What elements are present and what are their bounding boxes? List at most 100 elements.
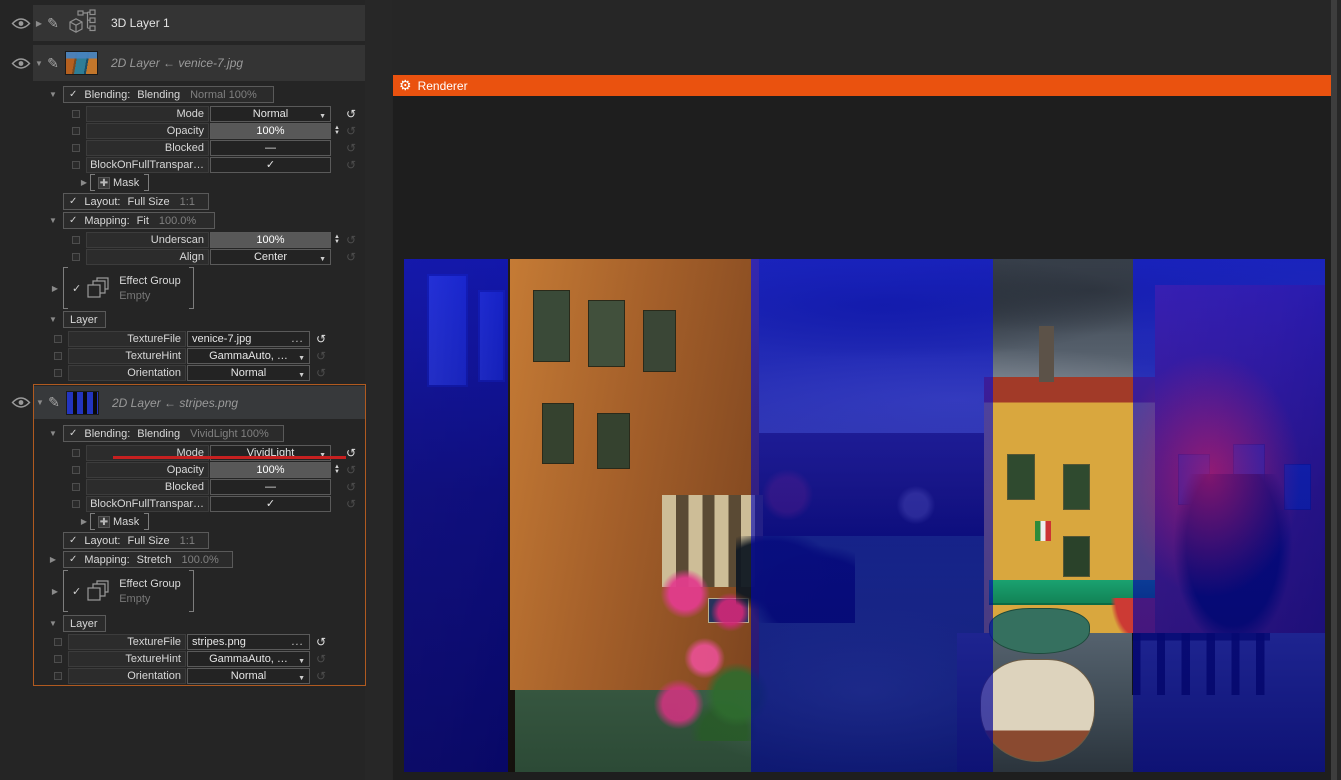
expander-open-icon[interactable]: ▼ — [48, 429, 58, 438]
animate-checkbox[interactable] — [72, 500, 80, 508]
value-stepper[interactable]: ▲▼ — [334, 465, 340, 475]
reset-icon[interactable]: ↺ — [316, 366, 326, 380]
expander-open-icon[interactable]: ▼ — [33, 59, 45, 68]
renderer-viewport[interactable] — [404, 259, 1325, 772]
section-header-layout[interactable]: ✓ Layout: Full Size 1:1 — [63, 193, 209, 210]
align-dropdown[interactable]: Center▼ — [210, 249, 331, 265]
block-on-full-toggle[interactable]: ✓ — [210, 157, 331, 173]
browse-button[interactable]: ... — [292, 332, 304, 346]
enabled-check[interactable]: ✓ — [72, 585, 81, 598]
section-header-layer[interactable]: Layer — [63, 311, 106, 328]
effect-group[interactable]: ✓ Effect Group Empty — [63, 267, 205, 309]
layer-row-stripes[interactable]: ▼ ✎ 2D Layer ← stripes.png — [34, 386, 365, 419]
expander-closed-icon[interactable]: ▶ — [48, 555, 58, 564]
value-stepper[interactable]: ▲▼ — [334, 235, 340, 245]
expander-closed-icon[interactable]: ▶ — [50, 587, 60, 596]
orientation-dropdown[interactable]: Normal▼ — [187, 668, 310, 684]
reset-icon[interactable]: ↺ — [316, 669, 326, 683]
animate-checkbox[interactable] — [72, 253, 80, 261]
section-header-mapping[interactable]: ✓ Mapping: Fit 100.0% — [63, 212, 215, 229]
add-mask-icon[interactable]: ✚ — [98, 516, 110, 528]
enabled-check[interactable]: ✓ — [69, 196, 77, 207]
layer-row-venice[interactable]: ▼ ✎ 2D Layer ← venice-7.jpg — [33, 45, 365, 81]
expander-open-icon[interactable]: ▼ — [48, 90, 58, 99]
enabled-check[interactable]: ✓ — [72, 282, 81, 295]
expander-closed-icon[interactable]: ▶ — [78, 178, 90, 187]
reset-icon[interactable]: ↺ — [316, 332, 326, 346]
reset-icon[interactable]: ↺ — [346, 480, 356, 494]
expander-closed-icon[interactable]: ▶ — [33, 19, 45, 28]
blocked-toggle[interactable]: — — [210, 140, 331, 156]
value-stepper[interactable]: ▲▼ — [334, 126, 340, 136]
reset-icon[interactable]: ↺ — [316, 635, 326, 649]
enabled-check[interactable]: ✓ — [69, 215, 77, 226]
section-header-blending[interactable]: ✓ Blending: Blending VividLight 100% — [63, 425, 284, 442]
effect-group[interactable]: ✓ Effect Group Empty — [63, 570, 205, 612]
orientation-dropdown[interactable]: Normal▼ — [187, 365, 310, 381]
enabled-check[interactable]: ✓ — [69, 89, 77, 100]
texture-hint-dropdown[interactable]: GammaAuto, …▼ — [187, 348, 310, 364]
scrollbar[interactable] — [1331, 0, 1337, 780]
animate-checkbox[interactable] — [54, 655, 62, 663]
enabled-check[interactable]: ✓ — [69, 535, 77, 546]
layer-row-3d-layer-1[interactable]: ▶ ✎ 3D Layer 1 — [33, 5, 365, 41]
expander-open-icon[interactable]: ▼ — [34, 398, 46, 407]
section-header-blending[interactable]: ✓ Blending: Blending Normal 100% — [63, 86, 274, 103]
reset-icon[interactable]: ↺ — [346, 158, 356, 172]
reset-icon[interactable]: ↺ — [346, 141, 356, 155]
animate-checkbox[interactable] — [72, 110, 80, 118]
reset-icon[interactable]: ↺ — [346, 463, 356, 477]
reset-icon[interactable]: ↺ — [346, 446, 356, 460]
opacity-input[interactable]: 100% — [210, 123, 331, 139]
animate-checkbox[interactable] — [54, 638, 62, 646]
visibility-eye-icon[interactable] — [11, 17, 31, 30]
reset-icon[interactable]: ↺ — [316, 349, 326, 363]
renderer-header[interactable]: ⚙ Renderer — [393, 75, 1334, 96]
opacity-input[interactable]: 100% — [210, 462, 331, 478]
visibility-eye-icon[interactable] — [11, 57, 31, 70]
animate-checkbox[interactable] — [54, 335, 62, 343]
edit-pencil-icon[interactable]: ✎ — [46, 394, 62, 411]
reset-icon[interactable]: ↺ — [346, 107, 356, 121]
add-mask-icon[interactable]: ✚ — [98, 177, 110, 189]
enabled-check[interactable]: ✓ — [69, 428, 77, 439]
mask-row[interactable]: ▶ ✚ Mask — [78, 513, 149, 530]
underscan-input[interactable]: 100% — [210, 232, 331, 248]
reset-icon[interactable]: ↺ — [346, 233, 356, 247]
mode-dropdown[interactable]: Normal▼ — [210, 106, 331, 122]
texture-file-input[interactable]: stripes.png... — [187, 634, 310, 650]
section-header-layer[interactable]: Layer — [63, 615, 106, 632]
reset-icon[interactable]: ↺ — [316, 652, 326, 666]
animate-checkbox[interactable] — [72, 483, 80, 491]
texture-file-input[interactable]: venice-7.jpg... — [187, 331, 310, 347]
texture-hint-dropdown[interactable]: GammaAuto, …▼ — [187, 651, 310, 667]
expander-open-icon[interactable]: ▼ — [48, 619, 58, 628]
section-header-layout[interactable]: ✓ Layout: Full Size 1:1 — [63, 532, 209, 549]
edit-pencil-icon[interactable]: ✎ — [45, 15, 61, 32]
edit-pencil-icon[interactable]: ✎ — [45, 55, 61, 72]
animate-checkbox[interactable] — [72, 127, 80, 135]
animate-checkbox[interactable] — [54, 352, 62, 360]
visibility-eye-icon[interactable] — [11, 396, 31, 409]
animate-checkbox[interactable] — [72, 236, 80, 244]
blocked-toggle[interactable]: — — [210, 479, 331, 495]
reset-icon[interactable]: ↺ — [346, 250, 356, 264]
reset-icon[interactable]: ↺ — [346, 124, 356, 138]
expander-open-icon[interactable]: ▼ — [48, 315, 58, 324]
expander-closed-icon[interactable]: ▶ — [78, 517, 90, 526]
reset-icon[interactable]: ↺ — [346, 497, 356, 511]
enabled-check[interactable]: ✓ — [69, 554, 77, 565]
animate-checkbox[interactable] — [72, 144, 80, 152]
animate-checkbox[interactable] — [54, 369, 62, 377]
block-on-full-toggle[interactable]: ✓ — [210, 496, 331, 512]
mask-row[interactable]: ▶ ✚ Mask — [78, 174, 149, 191]
animate-checkbox[interactable] — [54, 672, 62, 680]
expander-open-icon[interactable]: ▼ — [48, 216, 58, 225]
expander-closed-icon[interactable]: ▶ — [50, 284, 60, 293]
browse-button[interactable]: ... — [292, 635, 304, 649]
animate-checkbox[interactable] — [72, 161, 80, 169]
section-header-mapping[interactable]: ✓ Mapping: Stretch 100.0% — [63, 551, 233, 568]
animate-checkbox[interactable] — [72, 449, 80, 457]
animate-checkbox[interactable] — [72, 466, 80, 474]
gear-icon[interactable]: ⚙ — [399, 77, 412, 94]
